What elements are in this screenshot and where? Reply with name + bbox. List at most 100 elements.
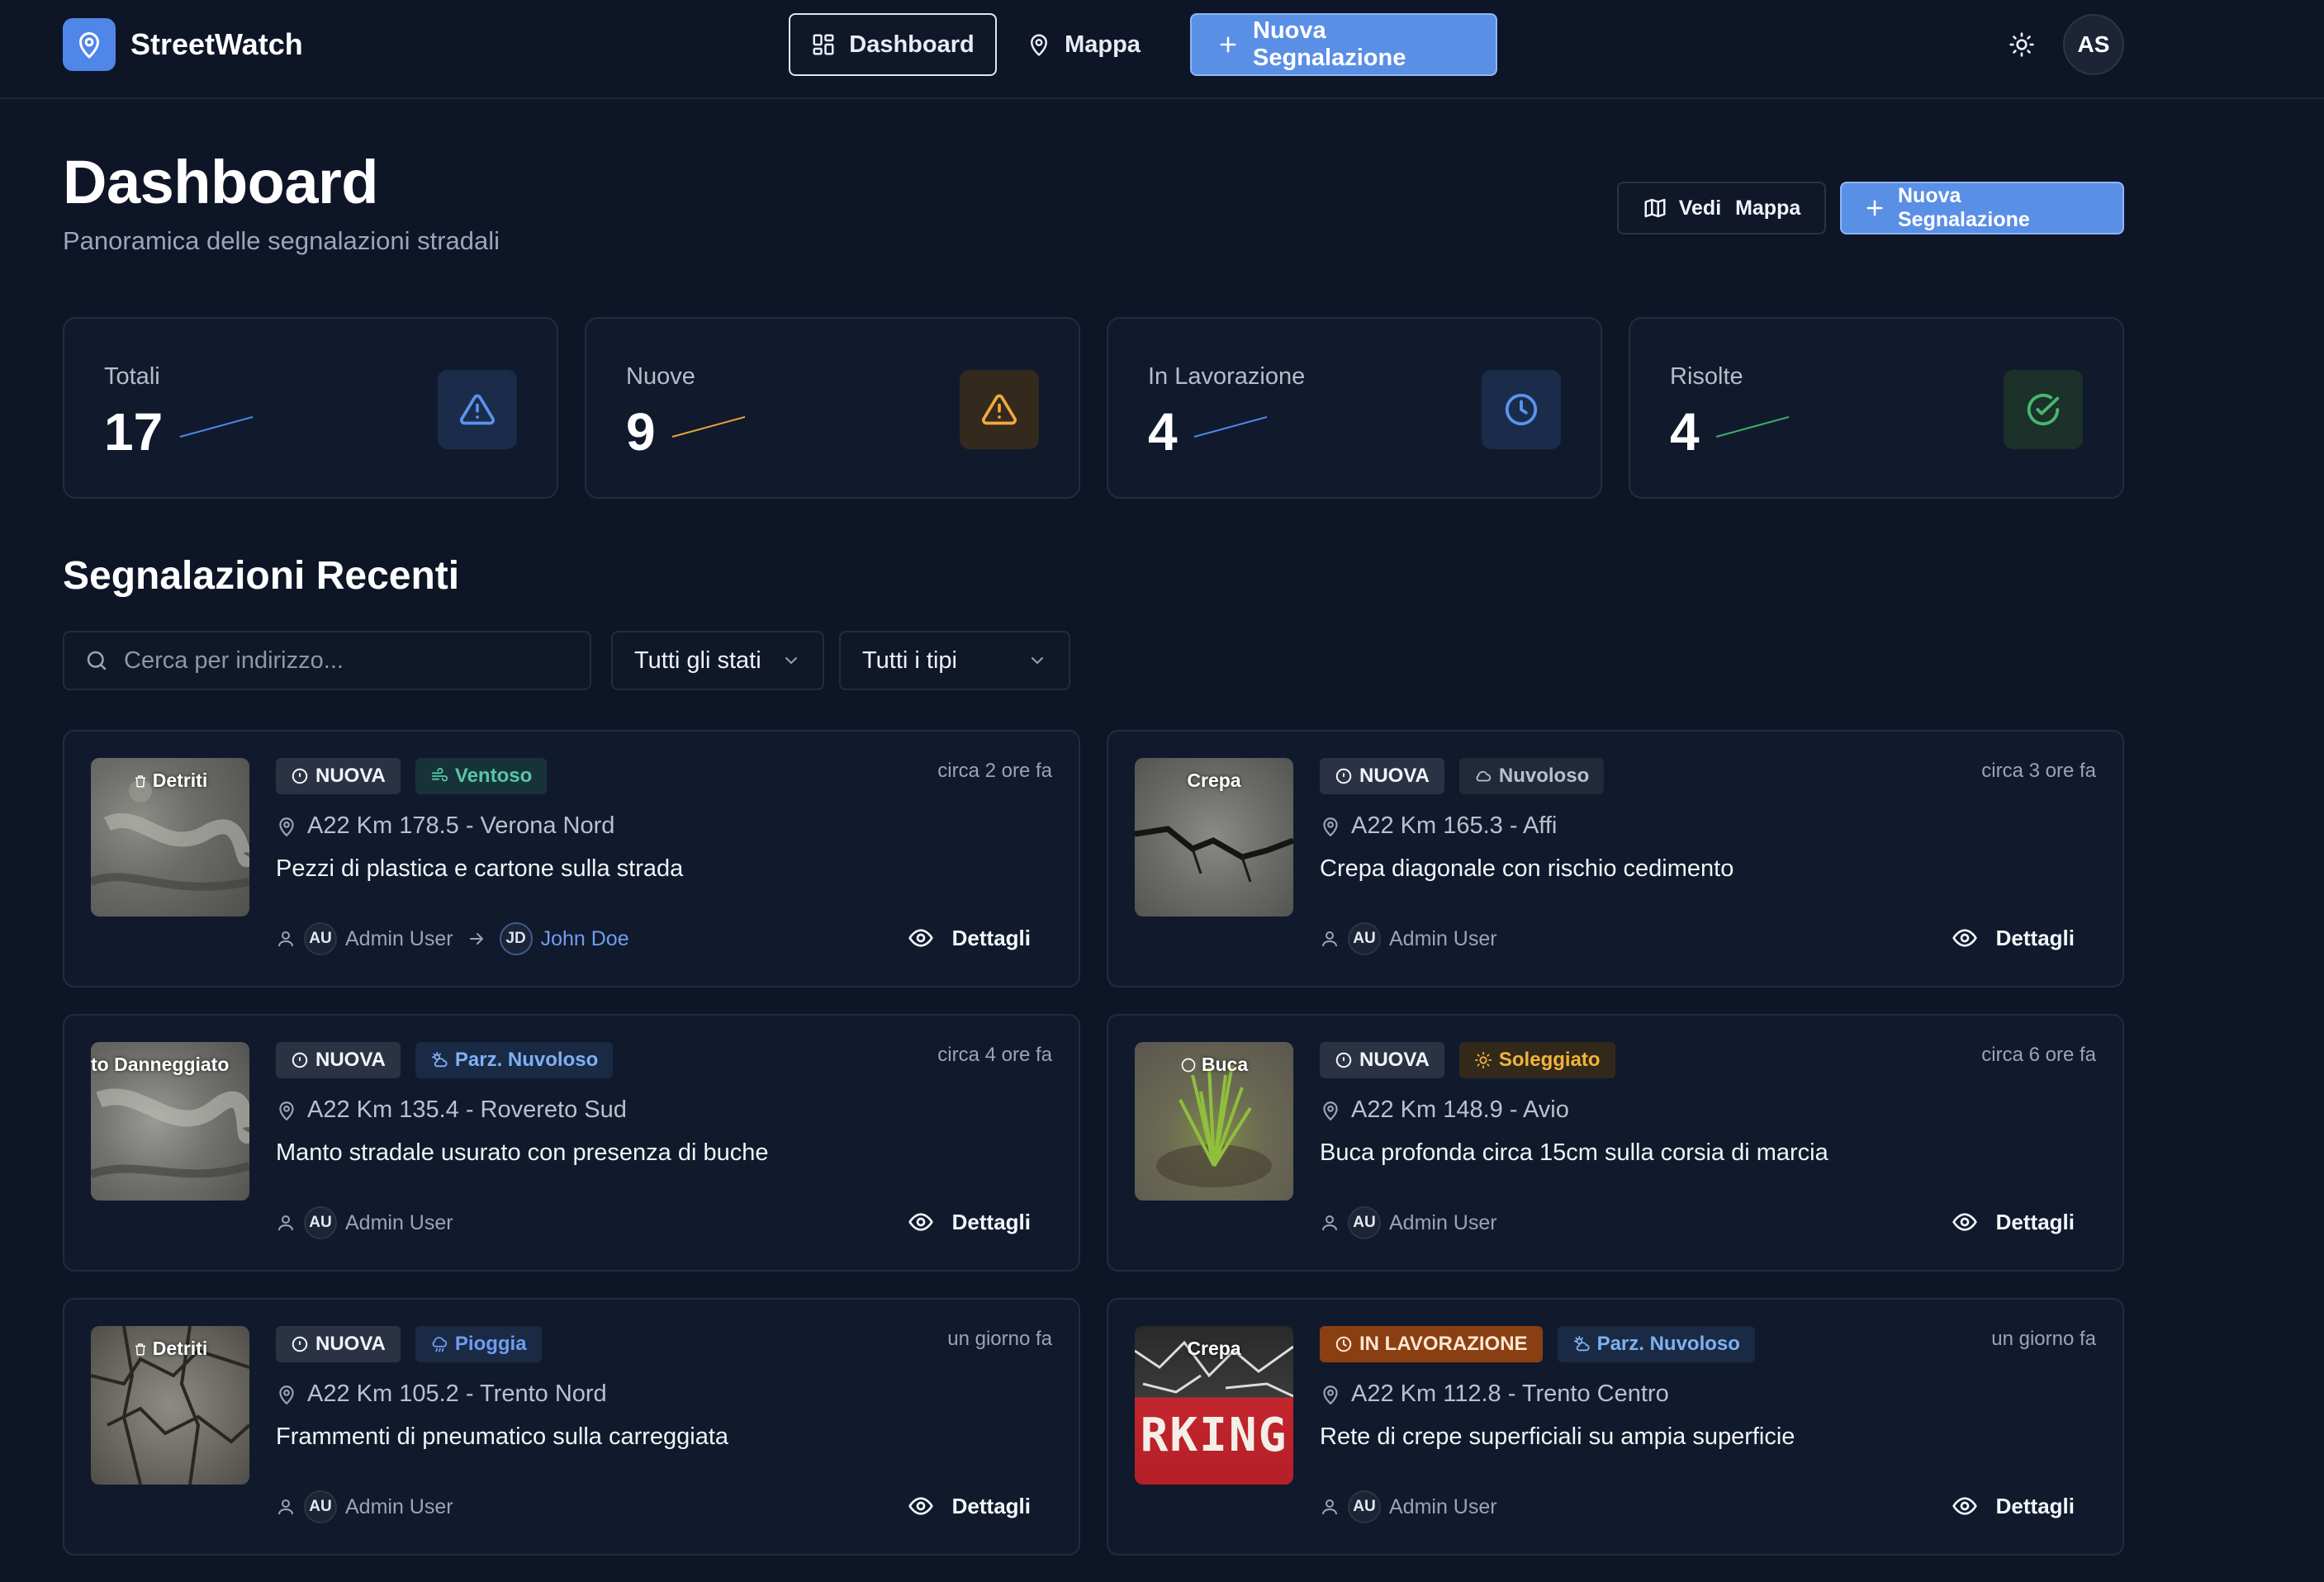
arrow-right-icon	[469, 933, 484, 945]
assignee-name[interactable]: John Doe	[541, 927, 629, 951]
report-time: circa 6 ore fa	[1981, 1044, 2096, 1066]
nav-dashboard-button[interactable]: Dashboard	[789, 13, 997, 76]
report-people: AU Admin User	[1320, 1488, 1497, 1526]
report-card[interactable]: Crepa NUOVA Nuvoloso circa 3 ore fa A22 …	[1107, 730, 2124, 988]
user-icon	[278, 931, 293, 947]
status-badge: NUOVA	[1320, 758, 1444, 794]
report-card[interactable]: to Danneggiato NUOVA Parz. Nuvoloso circ…	[63, 1014, 1080, 1272]
status-filter-value: Tutti gli stati	[634, 647, 761, 674]
report-time: circa 3 ore fa	[1981, 760, 2096, 782]
nav-mappa-button[interactable]: Mappa	[1009, 13, 1158, 76]
status-filter-select[interactable]: Tutti gli stati	[611, 631, 824, 690]
info-circle-icon	[1335, 1052, 1352, 1068]
search-box	[63, 631, 591, 690]
eye-icon	[1952, 1213, 1977, 1231]
stat-label: Risolte	[1670, 363, 1743, 390]
top-navbar: StreetWatch Dashboard Mappa Nuova Segnal…	[0, 0, 2324, 99]
report-people: AU Admin User	[1320, 920, 1497, 958]
sparkline	[179, 416, 254, 438]
author-avatar: AU	[1348, 1490, 1381, 1523]
view-map-button[interactable]: Vedi Mappa	[1617, 182, 1826, 234]
stat-card-nuove: Nuove 9	[585, 317, 1080, 499]
author-name: Admin User	[1389, 926, 1497, 950]
author-avatar: AU	[1348, 1206, 1381, 1239]
type-filter-select[interactable]: Tutti i tipi	[839, 631, 1070, 690]
stat-label: In Lavorazione	[1148, 363, 1306, 390]
cloud-rain-icon	[432, 1337, 448, 1352]
details-button[interactable]: Dettagli	[908, 917, 1031, 959]
report-time: circa 4 ore fa	[937, 1044, 1052, 1066]
report-card[interactable]: Detriti NUOVA Pioggia un giorno fa A22 K…	[63, 1298, 1080, 1556]
report-thumbnail: Crepa	[1135, 758, 1293, 917]
weather-badge: Soleggiato	[1458, 1042, 1615, 1078]
author-name: Admin User	[345, 926, 453, 950]
nav-dashboard-label: Dashboard	[849, 31, 975, 58]
sparkline	[1715, 416, 1790, 438]
author-avatar: AU	[304, 1490, 337, 1523]
trash-icon	[135, 774, 145, 787]
cloud-icon	[1476, 770, 1492, 782]
weather-badge: Parz. Nuvoloso	[1557, 1326, 1755, 1362]
thumbnail-label: Detriti	[91, 1338, 249, 1360]
sparkline	[671, 416, 746, 438]
status-badge: NUOVA	[276, 758, 401, 794]
report-card[interactable]: Buca NUOVA Soleggiato circa 6 ore fa A22…	[1107, 1014, 2124, 1272]
weather-badge: Nuvoloso	[1458, 758, 1605, 794]
thumbnail-label: Crepa	[1187, 770, 1241, 791]
dashboard-grid-icon	[811, 32, 836, 57]
report-card[interactable]: Crepa RKING IN LAVORAZIONE Parz. Nuvolos…	[1107, 1298, 2124, 1556]
eye-icon	[1952, 929, 1977, 947]
map-pin-logo-icon	[63, 18, 116, 71]
weather-badge: Pioggia	[415, 1326, 542, 1362]
nav-new-report-button[interactable]: Nuova Segnalazione	[1190, 13, 1497, 76]
new-report-button[interactable]: Nuova Segnalazione	[1840, 182, 2124, 234]
plus-icon	[1863, 197, 1886, 220]
plus-icon	[1217, 33, 1240, 56]
report-thumbnail: Detriti	[91, 758, 249, 917]
report-address: A22 Km 112.8 - Trento Centro	[1320, 1381, 1669, 1408]
stat-label: Nuove	[626, 363, 695, 390]
details-button[interactable]: Dettagli	[908, 1485, 1031, 1528]
details-button[interactable]: Dettagli	[1952, 1485, 2075, 1528]
brand[interactable]: StreetWatch	[63, 18, 303, 71]
report-description: Manto stradale usurato con presenza di b…	[276, 1139, 769, 1166]
report-people: AU Admin User	[276, 1204, 453, 1242]
details-button[interactable]: Dettagli	[1952, 1201, 2075, 1243]
stat-value: 4	[1670, 402, 1700, 462]
chevron-down-icon	[1027, 651, 1047, 670]
status-badge: IN LAVORAZIONE	[1320, 1326, 1543, 1362]
status-badge: NUOVA	[276, 1326, 401, 1362]
details-button[interactable]: Dettagli	[908, 1201, 1031, 1243]
eye-icon	[1952, 1497, 1977, 1515]
user-icon	[1322, 931, 1337, 947]
report-thumbnail: to Danneggiato	[91, 1042, 249, 1201]
theme-toggle-sun-icon[interactable]	[2002, 25, 2042, 64]
author-name: Admin User	[1389, 1210, 1497, 1234]
stat-card-in-lavorazione: In Lavorazione 4	[1107, 317, 1602, 499]
stat-value: 17	[104, 402, 164, 462]
map-pin-icon	[1323, 817, 1338, 836]
search-input[interactable]	[124, 647, 590, 675]
user-avatar[interactable]: AS	[2063, 14, 2124, 75]
report-card[interactable]: Detriti NUOVA Ventoso circa 2 ore fa A22…	[63, 730, 1080, 988]
map-pin-icon	[1323, 1101, 1338, 1120]
details-button[interactable]: Dettagli	[1952, 917, 2075, 959]
status-badge: NUOVA	[1320, 1042, 1444, 1078]
section-title: Segnalazioni Recenti	[63, 554, 460, 598]
thumbnail-label: Crepa	[1187, 1338, 1241, 1359]
map-pin-icon	[279, 1385, 294, 1404]
report-people: AU Admin User	[276, 1488, 453, 1526]
author-avatar: AU	[1348, 922, 1381, 955]
report-address: A22 Km 148.9 - Avio	[1320, 1097, 1569, 1124]
report-time: circa 2 ore fa	[937, 760, 1052, 782]
alert-triangle-icon	[438, 370, 517, 449]
eye-icon	[908, 929, 933, 947]
clock-icon	[1482, 370, 1561, 449]
stat-card-totali: Totali 17	[63, 317, 558, 499]
trash-icon	[135, 1343, 145, 1355]
stat-label: Totali	[104, 363, 160, 390]
map-pin-icon	[279, 1101, 294, 1120]
circle-icon	[1181, 1058, 1196, 1072]
thumbnail-label: Buca	[1135, 1054, 1293, 1076]
eye-icon	[908, 1497, 933, 1515]
